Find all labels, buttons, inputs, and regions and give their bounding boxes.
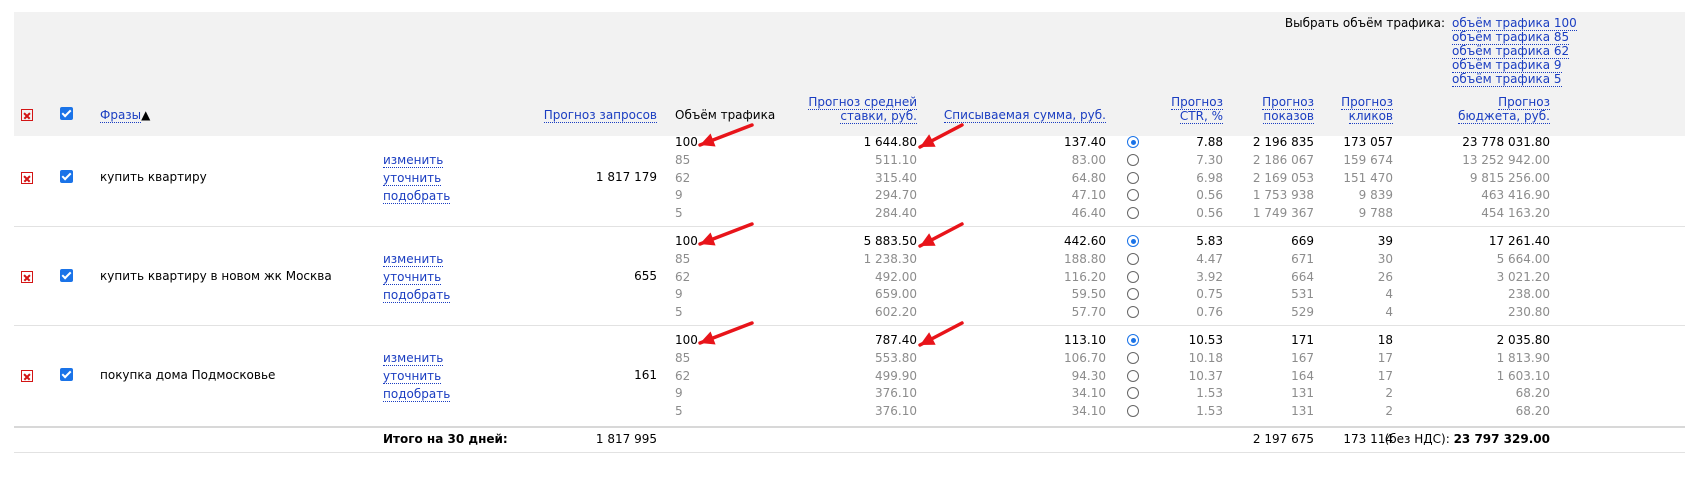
- arrow-volume-100: [698, 321, 754, 345]
- arrow-volume-100: [698, 123, 754, 147]
- arrow-bid-top: [918, 123, 964, 149]
- arrow-bid-top: [918, 321, 964, 347]
- arrow-volume-100: [698, 222, 754, 246]
- arrow-bid-top: [918, 222, 964, 248]
- annotation-arrows: [698, 123, 964, 347]
